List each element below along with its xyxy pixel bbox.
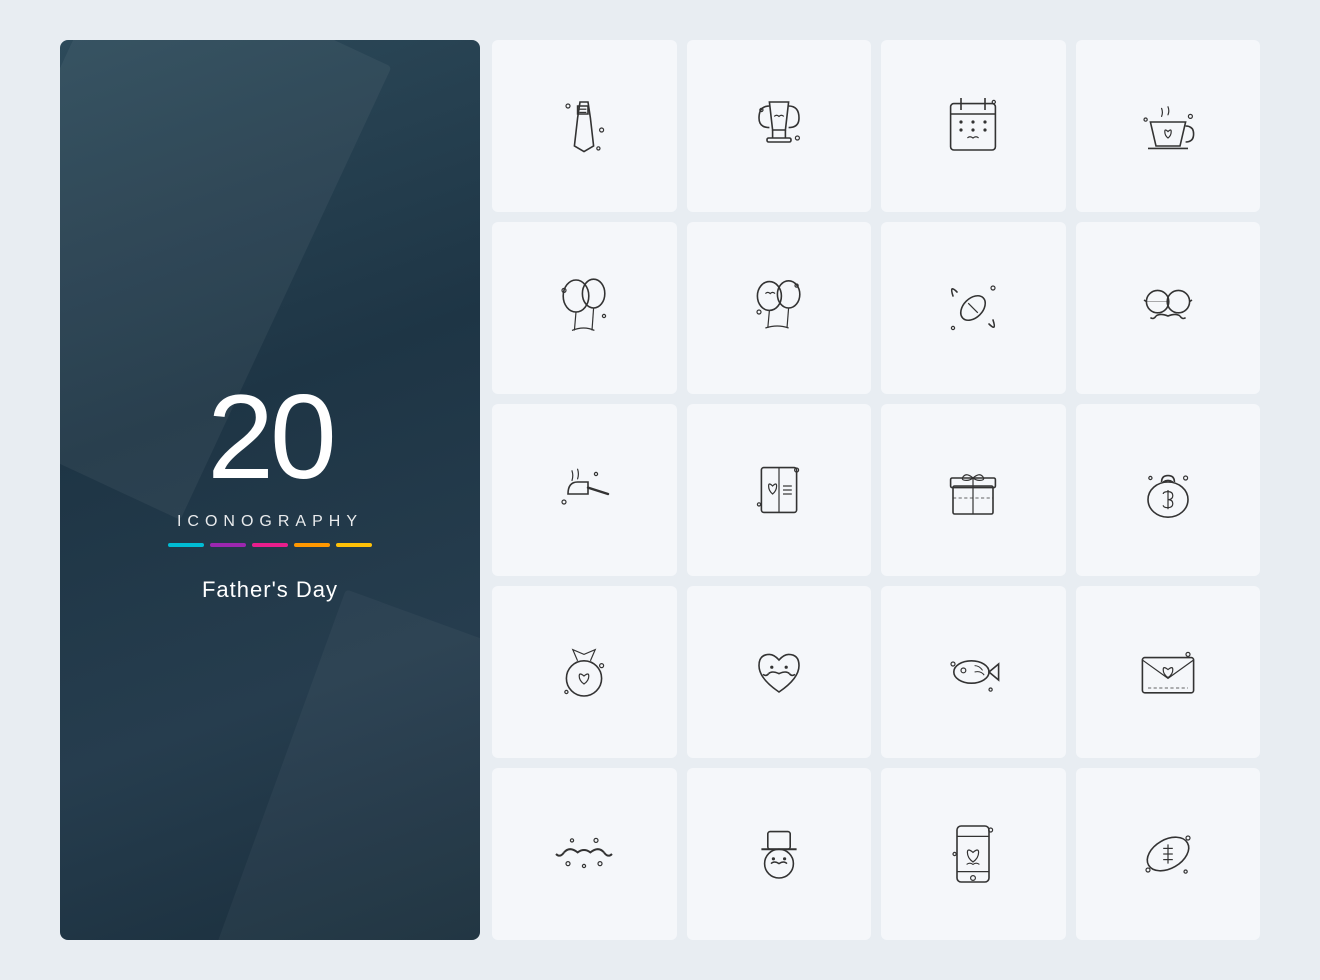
- color-bar-1: [168, 543, 204, 547]
- color-bar-5: [336, 543, 372, 547]
- icon-cell-heart-mustache[interactable]: [687, 586, 872, 758]
- icon-count: 20: [168, 377, 372, 497]
- color-bar-4: [294, 543, 330, 547]
- color-bar-2: [210, 543, 246, 547]
- iconography-label: ICONOGRAPHY: [168, 513, 372, 531]
- color-bars: [168, 543, 372, 547]
- icon-cell-balloons-mustache[interactable]: [687, 222, 872, 394]
- icon-cell-candy[interactable]: [881, 222, 1066, 394]
- icon-cell-trophy[interactable]: [687, 40, 872, 212]
- icon-cell-glasses-mustache[interactable]: [1076, 222, 1261, 394]
- icon-cell-greeting-card[interactable]: [687, 404, 872, 576]
- main-container: 20 ICONOGRAPHY Father's Day: [60, 40, 1260, 940]
- icon-cell-football[interactable]: [1076, 768, 1261, 940]
- icon-cell-phone[interactable]: [881, 768, 1066, 940]
- icon-cell-hat[interactable]: [687, 768, 872, 940]
- icon-cell-tie[interactable]: [492, 40, 677, 212]
- icon-cell-bowtie[interactable]: [881, 586, 1066, 758]
- color-bar-3: [252, 543, 288, 547]
- icon-cell-balloons[interactable]: [492, 222, 677, 394]
- collection-title: Father's Day: [168, 577, 372, 603]
- icon-cell-coffee[interactable]: [1076, 40, 1261, 212]
- icon-cell-envelope[interactable]: [1076, 586, 1261, 758]
- left-content: 20 ICONOGRAPHY Father's Day: [168, 377, 372, 603]
- left-panel: 20 ICONOGRAPHY Father's Day: [60, 40, 480, 940]
- icon-cell-money-bag[interactable]: [1076, 404, 1261, 576]
- icon-cell-calendar[interactable]: [881, 40, 1066, 212]
- icon-cell-mustache-small[interactable]: [492, 768, 677, 940]
- icon-grid: [492, 40, 1260, 940]
- icon-cell-medal[interactable]: [492, 586, 677, 758]
- icon-cell-pipe[interactable]: [492, 404, 677, 576]
- icon-cell-gift-box[interactable]: [881, 404, 1066, 576]
